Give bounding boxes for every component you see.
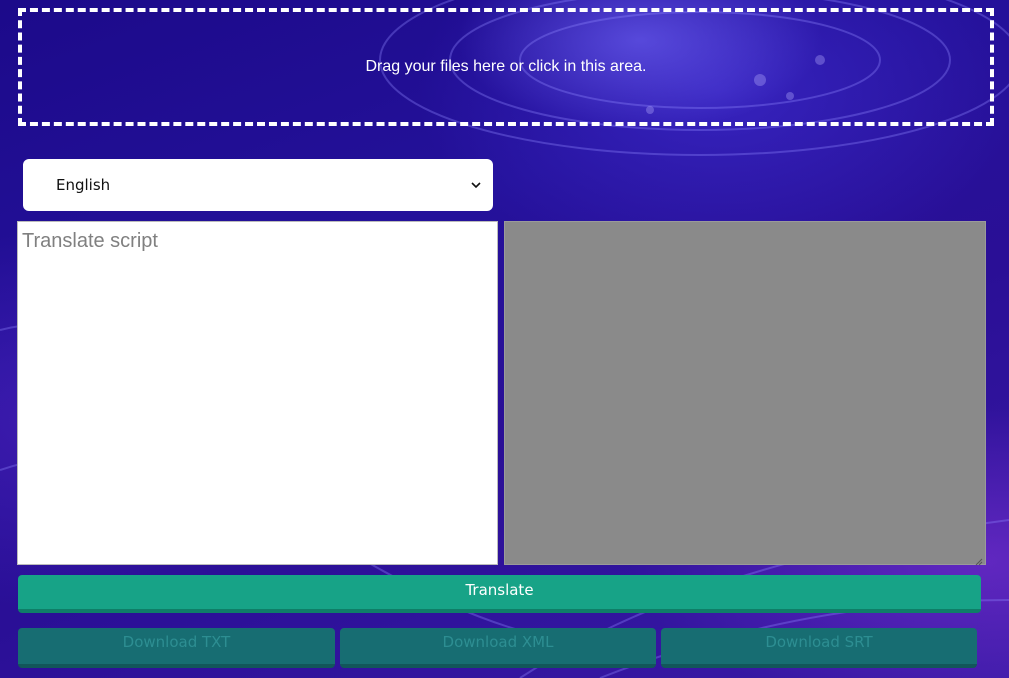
translate-button[interactable]: Translate [18,575,981,613]
language-select-value: English [56,176,111,194]
dropzone-label: Drag your files here or click in this ar… [365,58,647,75]
file-dropzone[interactable]: Drag your files here or click in this ar… [18,8,994,126]
source-text-input[interactable] [17,221,498,565]
resize-grip-icon[interactable] [974,553,983,566]
chevron-down-icon [471,180,481,190]
download-xml-button[interactable]: Download XML [340,628,656,668]
translation-output[interactable] [504,221,986,566]
language-select[interactable]: English [23,159,493,211]
download-txt-button[interactable]: Download TXT [18,628,335,668]
download-srt-button[interactable]: Download SRT [661,628,977,668]
